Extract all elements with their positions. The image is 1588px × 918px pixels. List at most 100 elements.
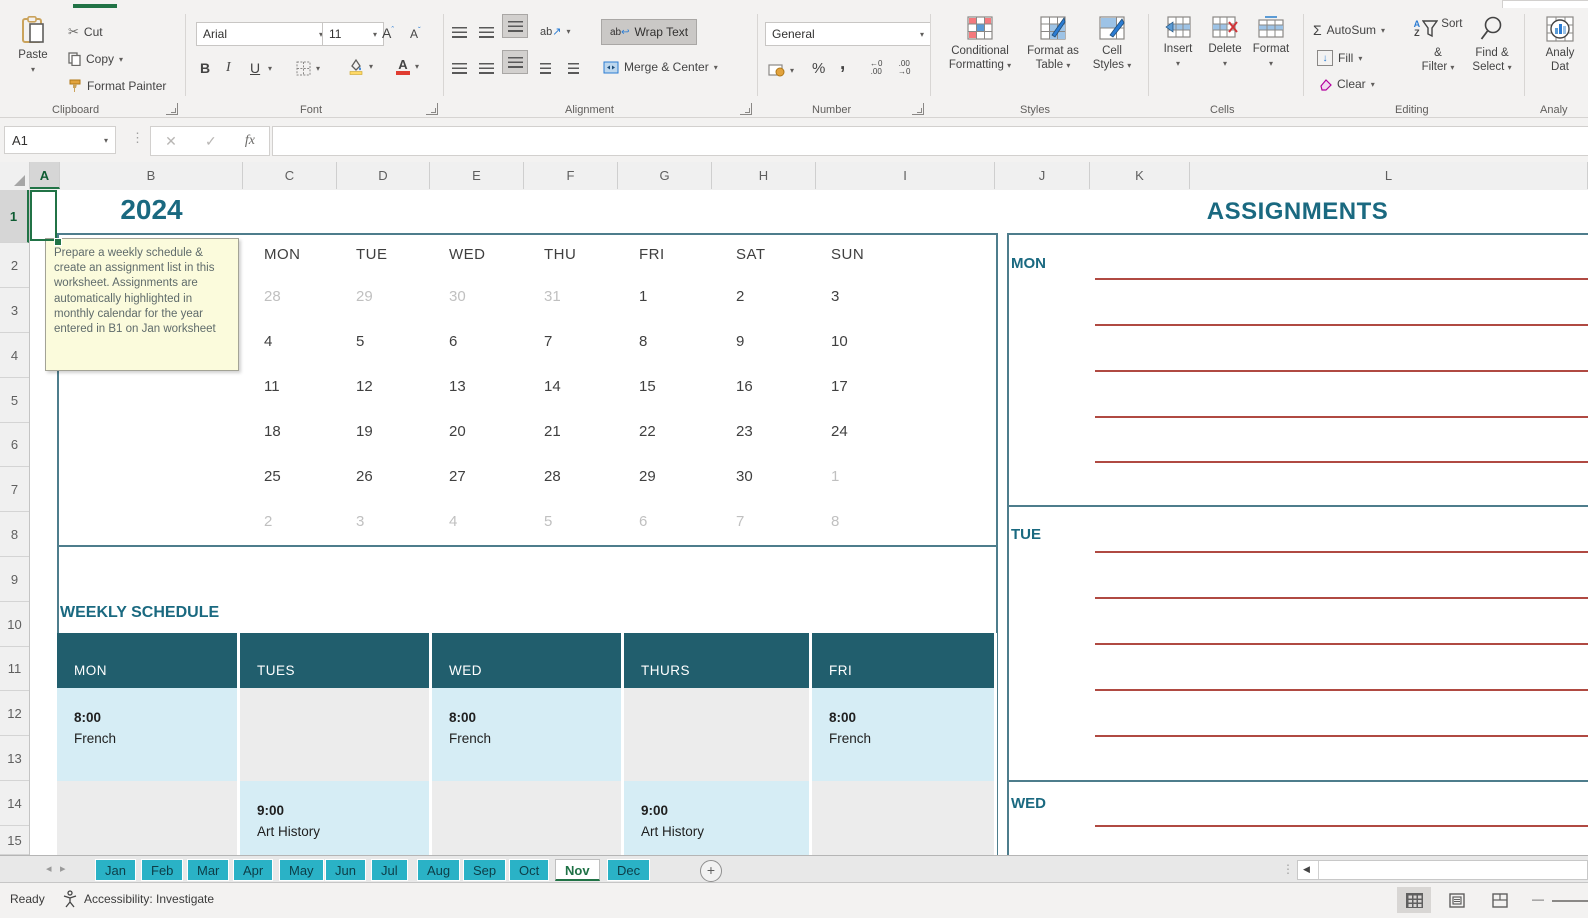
clear-button[interactable]: Clear ▾ (1317, 72, 1375, 96)
row-header-13[interactable]: 13 (0, 736, 29, 781)
schedule-cell[interactable]: 8:00French (57, 688, 240, 781)
sheet-tab-Aug[interactable]: Aug (417, 859, 460, 881)
new-sheet-button[interactable]: + (700, 860, 722, 882)
calendar-day-cell[interactable]: 15 (639, 378, 699, 395)
calendar-day-cell[interactable]: 28 (264, 288, 324, 305)
calendar-day-cell[interactable]: 1 (639, 288, 699, 305)
next-sheet-arrow-icon[interactable]: ▸ (60, 862, 66, 875)
format-cells-button[interactable]: Format ▾ (1248, 16, 1294, 71)
worksheet-area[interactable]: 2024 ASSIGNMENTS Prepare a weekly schedu… (0, 190, 1588, 855)
number-dialog-launcher[interactable] (912, 103, 924, 115)
conditional-formatting-button[interactable]: Conditional Formatting ▾ (938, 16, 1022, 73)
calendar-day-cell[interactable]: 13 (449, 378, 509, 395)
increase-decimal-button[interactable]: ←0.00 (870, 60, 882, 76)
calendar-day-cell[interactable]: 21 (544, 423, 604, 440)
column-header-E[interactable]: E (430, 162, 524, 189)
top-align-button[interactable] (452, 20, 467, 44)
column-header-J[interactable]: J (995, 162, 1090, 189)
calendar-day-cell[interactable]: 7 (544, 333, 604, 350)
sheet-tab-Jun[interactable]: Jun (325, 859, 366, 881)
sheet-tab-Nov[interactable]: Nov (555, 859, 600, 881)
font-size-combo[interactable]: 11 ▾ (322, 22, 384, 46)
bold-button[interactable]: B (200, 56, 210, 80)
row-header-5[interactable]: 5 (0, 378, 29, 423)
middle-align-button[interactable] (479, 20, 494, 44)
sheet-tab-May[interactable]: May (279, 859, 324, 881)
row-header-9[interactable]: 9 (0, 557, 29, 602)
increase-indent-button[interactable] (568, 56, 579, 80)
assignment-writing-line[interactable] (1095, 324, 1588, 326)
sheet-tab-Feb[interactable]: Feb (141, 859, 183, 881)
align-left-button[interactable] (452, 56, 467, 80)
calendar-day-cell[interactable]: 3 (356, 513, 416, 530)
underline-button[interactable]: U (250, 56, 260, 80)
row-header-1[interactable]: 1 (0, 190, 29, 243)
calendar-day-cell[interactable]: 10 (831, 333, 891, 350)
calendar-day-cell[interactable]: 11 (264, 378, 324, 395)
calendar-day-cell[interactable]: 5 (544, 513, 604, 530)
calendar-day-cell[interactable]: 14 (544, 378, 604, 395)
schedule-cell[interactable]: 9:00Art History (240, 781, 432, 855)
zoom-out-icon[interactable]: — (1532, 892, 1544, 906)
insert-cells-button[interactable]: Insert ▾ (1156, 16, 1200, 71)
italic-button[interactable]: I (226, 56, 231, 80)
font-name-combo[interactable]: Arial ▾ (196, 22, 330, 46)
column-header-G[interactable]: G (618, 162, 712, 189)
accessibility-status[interactable]: Accessibility: Investigate (84, 892, 214, 906)
bottom-align-button[interactable] (503, 15, 527, 37)
select-all-corner[interactable] (0, 162, 30, 189)
autosum-button[interactable]: Σ AutoSum ▾ (1313, 18, 1385, 42)
format-as-table-button[interactable]: Format as Table ▾ (1022, 16, 1084, 73)
calendar-day-cell[interactable]: 27 (449, 468, 509, 485)
copy-button[interactable]: Copy ▾ (68, 47, 123, 71)
row-header-11[interactable]: 11 (0, 647, 29, 691)
calendar-day-cell[interactable]: 25 (264, 468, 324, 485)
row-header-14[interactable]: 14 (0, 781, 29, 826)
name-box[interactable]: A1 ▾ (4, 126, 116, 154)
schedule-cell[interactable]: 8:00French (812, 688, 997, 781)
assignment-writing-line[interactable] (1095, 735, 1588, 737)
calendar-day-cell[interactable]: 30 (736, 468, 796, 485)
cut-button[interactable]: ✂ Cut (68, 20, 103, 44)
schedule-cell[interactable] (624, 688, 812, 781)
number-format-combo[interactable]: General ▾ (765, 22, 931, 46)
decrease-indent-button[interactable] (540, 56, 551, 80)
row-header-12[interactable]: 12 (0, 691, 29, 736)
formula-bar-handle-icon[interactable]: ⋮ (131, 130, 144, 146)
grow-font-button[interactable]: Aˆ (382, 21, 394, 45)
row-header-6[interactable]: 6 (0, 423, 29, 467)
fill-button[interactable]: ↓ Fill ▾ (1317, 46, 1362, 70)
calendar-day-cell[interactable]: 17 (831, 378, 891, 395)
schedule-cell[interactable] (240, 688, 432, 781)
percent-button[interactable]: % (812, 56, 825, 80)
calendar-day-cell[interactable]: 9 (736, 333, 796, 350)
assignment-writing-line[interactable] (1095, 597, 1588, 599)
column-header-L[interactable]: L (1190, 162, 1588, 189)
calendar-day-cell[interactable]: 8 (831, 513, 891, 530)
row-header-10[interactable]: 10 (0, 602, 29, 647)
calendar-day-cell[interactable]: 19 (356, 423, 416, 440)
column-header-F[interactable]: F (524, 162, 618, 189)
analyze-data-button[interactable]: Analy Dat (1532, 16, 1588, 74)
calendar-day-cell[interactable]: 29 (639, 468, 699, 485)
sheet-tab-Dec[interactable]: Dec (607, 859, 650, 881)
page-layout-view-button[interactable] (1440, 887, 1474, 913)
shrink-font-button[interactable]: Aˇ (410, 21, 421, 45)
column-header-K[interactable]: K (1090, 162, 1190, 189)
calendar-day-cell[interactable]: 29 (356, 288, 416, 305)
decrease-decimal-button[interactable]: .00→0 (898, 60, 910, 76)
formula-input[interactable] (272, 126, 1588, 156)
underline-caret-icon[interactable]: ▾ (268, 64, 272, 73)
wrap-text-button[interactable]: ab↩ Wrap Text (601, 19, 697, 45)
prev-sheet-arrow-icon[interactable]: ◂ (46, 862, 52, 875)
normal-view-button[interactable] (1397, 887, 1431, 913)
column-header-B[interactable]: B (60, 162, 243, 189)
align-right-button[interactable] (503, 51, 527, 73)
sort-filter-button[interactable]: AZ Sort & Filter ▾ (1412, 16, 1464, 75)
orientation-button[interactable]: ab↗ ▾ (540, 19, 570, 43)
sheet-tab-Jan[interactable]: Jan (95, 859, 136, 881)
zoom-slider-track[interactable] (1552, 900, 1588, 902)
calendar-day-cell[interactable]: 2 (264, 513, 324, 530)
schedule-cell[interactable] (812, 781, 997, 855)
cell-styles-button[interactable]: Cell Styles ▾ (1086, 16, 1138, 73)
